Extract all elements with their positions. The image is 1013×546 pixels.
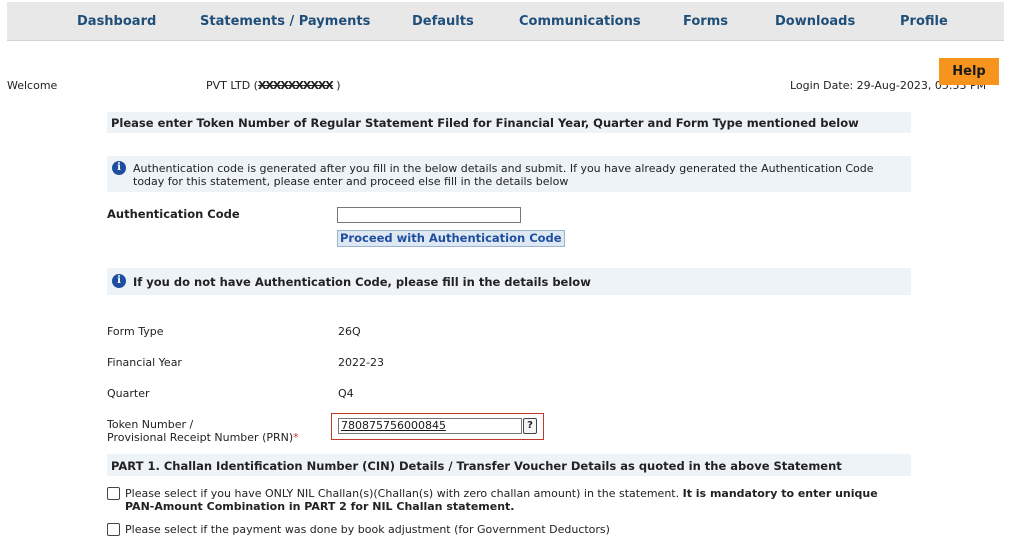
token-label-line2: Provisional Receipt Number (PRN)* [107, 431, 299, 444]
part1-title: PART 1. Challan Identification Number (C… [111, 459, 842, 473]
nav-defaults[interactable]: Defaults [412, 14, 474, 29]
nav-dashboard[interactable]: Dashboard [77, 14, 156, 29]
question-icon[interactable]: ? [523, 418, 537, 434]
nil-challan-bold-2: PAN-Amount Combination in PART 2 for NIL… [125, 500, 515, 513]
financial-year-value: 2022-23 [338, 356, 384, 369]
nav-forms[interactable]: Forms [683, 14, 728, 29]
auth-info-box: i Authentication code is generated after… [107, 156, 911, 192]
company-suffix: ) [332, 79, 341, 92]
nil-challan-bold-1: It is mandatory to enter unique [682, 487, 878, 500]
required-marker: * [293, 431, 299, 444]
quarter-value: Q4 [338, 387, 354, 400]
prn-label: Provisional Receipt Number (PRN) [107, 431, 294, 444]
auth-info-line1: Authentication code is generated after y… [133, 162, 874, 175]
nil-challan-checkbox[interactable] [107, 487, 120, 500]
part1-section-header: PART 1. Challan Identification Number (C… [107, 454, 911, 476]
top-navigation: Dashboard Statements / Payments Defaults… [7, 2, 1004, 41]
info-icon: i [112, 274, 126, 288]
financial-year-label: Financial Year [107, 356, 182, 369]
info-icon: i [112, 161, 126, 175]
no-auth-info-box: i If you do not have Authentication Code… [107, 268, 911, 295]
nav-statements-payments[interactable]: Statements / Payments [200, 14, 370, 29]
nil-challan-text-line1: Please select if you have ONLY NIL Chall… [125, 487, 878, 500]
token-section-title: Please enter Token Number of Regular Sta… [111, 116, 859, 130]
token-number-input[interactable]: 780875756000845 [338, 418, 522, 434]
token-section-header: Please enter Token Number of Regular Sta… [107, 112, 911, 133]
token-label-line1: Token Number / [107, 418, 194, 431]
auth-code-input[interactable] [337, 207, 521, 223]
masked-tan: XXXXXXXXXX [257, 79, 334, 92]
auth-code-label: Authentication Code [107, 207, 240, 221]
form-type-label: Form Type [107, 325, 164, 338]
book-adjustment-checkbox[interactable] [107, 523, 120, 536]
quarter-label: Quarter [107, 387, 150, 400]
form-type-value: 26Q [338, 325, 361, 338]
company-name: PVT LTD (XXXXXXXXXX ) [206, 79, 341, 92]
welcome-text: Welcome [7, 79, 58, 92]
nav-communications[interactable]: Communications [519, 14, 641, 29]
proceed-auth-button[interactable]: Proceed with Authentication Code [337, 230, 565, 247]
no-auth-info-text: If you do not have Authentication Code, … [133, 275, 591, 289]
company-prefix: PVT LTD ( [206, 79, 258, 92]
auth-info-line2: today for this statement, please enter a… [133, 175, 569, 188]
help-button[interactable]: Help [939, 58, 999, 85]
book-adjustment-text: Please select if the payment was done by… [125, 523, 610, 536]
nav-profile[interactable]: Profile [900, 14, 948, 29]
nav-downloads[interactable]: Downloads [775, 14, 855, 29]
nil-challan-text: Please select if you have ONLY NIL Chall… [125, 487, 680, 500]
